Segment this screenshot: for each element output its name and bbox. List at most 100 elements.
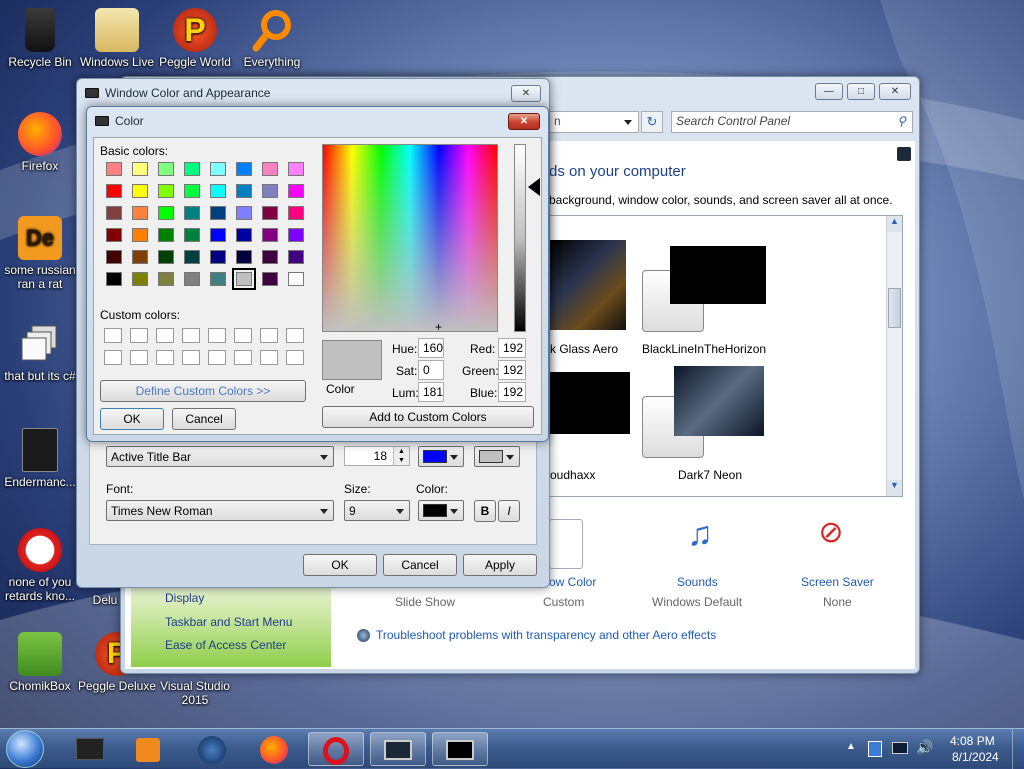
- left-link-taskbar[interactable]: Taskbar and Start Menu: [165, 615, 292, 629]
- basic-color-swatch[interactable]: [236, 228, 252, 242]
- tray-app-icon[interactable]: [868, 741, 882, 757]
- basic-color-swatch[interactable]: [262, 184, 278, 198]
- ok-button[interactable]: OK: [100, 408, 164, 430]
- basic-color-swatch[interactable]: [158, 162, 174, 176]
- blue-input[interactable]: 192: [498, 382, 526, 402]
- basic-color-swatch[interactable]: [106, 250, 122, 264]
- ok-button[interactable]: OK: [303, 554, 377, 576]
- custom-color-swatch[interactable]: [104, 328, 122, 343]
- scroll-up-arrow[interactable]: ▲: [887, 216, 902, 232]
- taskbar-app-control-panel[interactable]: [370, 732, 426, 766]
- taskbar-app-globe[interactable]: [184, 732, 240, 766]
- desktop-icon-peggle-world[interactable]: P Peggle World: [155, 8, 235, 69]
- basic-color-swatch[interactable]: [288, 206, 304, 220]
- close-button[interactable]: ✕: [508, 113, 540, 130]
- custom-color-swatch[interactable]: [156, 350, 174, 365]
- basic-color-swatch[interactable]: [184, 162, 200, 176]
- theme-list[interactable]: k Glass Aero BlackLineInTheHorizon oudha…: [549, 215, 903, 497]
- basic-color-swatch[interactable]: [288, 184, 304, 198]
- custom-color-swatch[interactable]: [130, 328, 148, 343]
- item-size-spinner[interactable]: 18 ▲ ▼: [344, 446, 410, 466]
- basic-color-swatch[interactable]: [236, 206, 252, 220]
- custom-color-swatch[interactable]: [208, 328, 226, 343]
- basic-color-swatch[interactable]: [106, 184, 122, 198]
- address-bar[interactable]: n: [549, 111, 639, 133]
- bold-button[interactable]: B: [474, 500, 496, 522]
- start-button[interactable]: [6, 730, 44, 768]
- basic-color-swatch[interactable]: [106, 228, 122, 242]
- basic-color-swatch[interactable]: [262, 162, 278, 176]
- theme-thumbnail[interactable]: [550, 240, 626, 330]
- basic-color-swatch[interactable]: [288, 162, 304, 176]
- basic-color-swatch[interactable]: [158, 250, 174, 264]
- basic-color-swatch[interactable]: [106, 272, 122, 286]
- taskbar-app-display[interactable]: [432, 732, 488, 766]
- desktop-icon-firefox[interactable]: Firefox: [0, 112, 80, 173]
- basic-color-swatch[interactable]: [106, 162, 122, 176]
- custom-color-swatch[interactable]: [208, 350, 226, 365]
- maximize-button[interactable]: □: [847, 83, 875, 100]
- basic-color-swatch[interactable]: [236, 250, 252, 264]
- basic-color-swatch[interactable]: [184, 184, 200, 198]
- basic-color-swatch[interactable]: [210, 206, 226, 220]
- basic-color-swatch[interactable]: [184, 250, 200, 264]
- basic-color-swatch[interactable]: [210, 184, 226, 198]
- desktop-icon-recycle-bin[interactable]: Recycle Bin: [0, 8, 80, 69]
- scroll-down-arrow[interactable]: ▼: [887, 480, 902, 496]
- custom-color-swatch[interactable]: [156, 328, 174, 343]
- item-color1-picker[interactable]: [418, 446, 464, 467]
- desktop-icon-some-russian[interactable]: De some russian ran a rat: [0, 216, 80, 291]
- desktop-icon-chomikbox[interactable]: ChomikBox: [0, 632, 80, 693]
- cancel-button[interactable]: Cancel: [172, 408, 236, 430]
- left-link-display[interactable]: Display: [165, 591, 204, 605]
- basic-color-swatch[interactable]: [210, 250, 226, 264]
- custom-color-swatch[interactable]: [234, 328, 252, 343]
- refresh-icon[interactable]: ↻: [641, 111, 663, 133]
- basic-color-swatch[interactable]: [184, 206, 200, 220]
- taskbar-app-opera[interactable]: [308, 732, 364, 766]
- basic-color-swatch[interactable]: [262, 228, 278, 242]
- basic-color-swatch[interactable]: [132, 206, 148, 220]
- scroll-thumb[interactable]: [888, 288, 901, 328]
- search-input[interactable]: Search Control Panel ⚲: [671, 111, 913, 133]
- basic-color-swatch[interactable]: [106, 206, 122, 220]
- window-color-link[interactable]: [549, 519, 583, 569]
- luminance-arrow-icon[interactable]: [528, 178, 540, 196]
- font-color-picker[interactable]: [418, 500, 464, 521]
- basic-color-swatch[interactable]: [184, 228, 200, 242]
- basic-color-swatch[interactable]: [232, 268, 256, 290]
- custom-color-swatch[interactable]: [234, 350, 252, 365]
- custom-color-swatch[interactable]: [182, 328, 200, 343]
- basic-color-swatch[interactable]: [158, 272, 174, 286]
- show-desktop-button[interactable]: [1012, 729, 1024, 769]
- basic-color-swatch[interactable]: [210, 228, 226, 242]
- taskbar-app-firefox[interactable]: [246, 732, 302, 766]
- basic-color-swatch[interactable]: [210, 162, 226, 176]
- font-size-select[interactable]: 9: [344, 500, 410, 521]
- theme-thumbnail[interactable]: [670, 246, 766, 304]
- desktop-icon-that-but-its-csharp[interactable]: that but its c#: [0, 322, 80, 383]
- close-button[interactable]: ✕: [879, 83, 911, 100]
- apply-button[interactable]: Apply: [463, 554, 537, 576]
- cancel-button[interactable]: Cancel: [383, 554, 457, 576]
- desktop-icon-endermanc[interactable]: Endermanc...: [0, 428, 80, 489]
- minimize-button[interactable]: —: [815, 83, 843, 100]
- left-link-ease-of-access[interactable]: Ease of Access Center: [165, 638, 286, 652]
- spin-arrows-icon[interactable]: ▲ ▼: [393, 447, 409, 465]
- hue-input[interactable]: 160: [418, 338, 444, 358]
- luminance-slider[interactable]: [514, 144, 526, 332]
- sat-input[interactable]: 0: [418, 360, 444, 380]
- desktop-icon-none-of-you[interactable]: none of you retards kno...: [0, 528, 80, 603]
- custom-color-swatch[interactable]: [260, 328, 278, 343]
- sounds-label[interactable]: Sounds: [677, 575, 718, 589]
- help-icon[interactable]: [897, 147, 911, 161]
- green-input[interactable]: 192: [498, 360, 526, 380]
- tray-expand-icon[interactable]: ▲: [846, 741, 856, 752]
- basic-color-swatch[interactable]: [132, 272, 148, 286]
- desktop-icon-windows-live[interactable]: Windows Live: [77, 8, 157, 69]
- basic-color-swatch[interactable]: [132, 228, 148, 242]
- basic-color-swatch[interactable]: [158, 206, 174, 220]
- custom-color-swatch[interactable]: [286, 328, 304, 343]
- basic-color-swatch[interactable]: [158, 184, 174, 198]
- item-color2-picker[interactable]: [474, 446, 520, 467]
